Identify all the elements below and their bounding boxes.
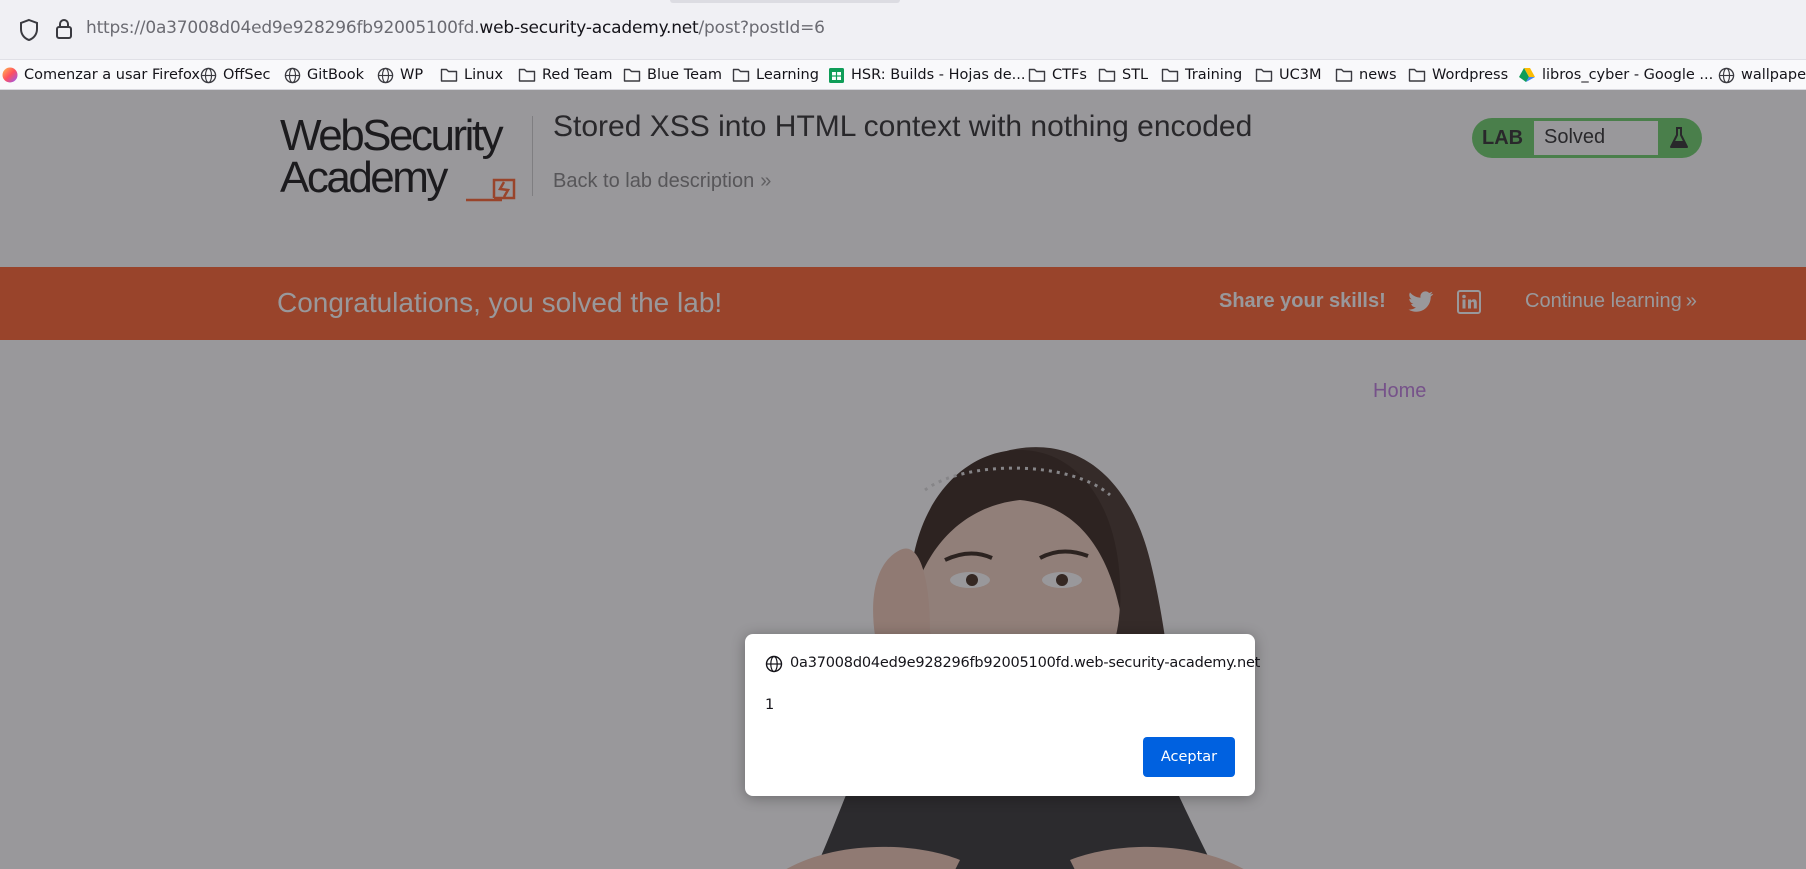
url-host: web-security-academy.net (479, 18, 699, 38)
bookmark-label: libros_cyber - Google ... (1542, 67, 1714, 83)
bookmark-label: wallpapers (1741, 67, 1806, 83)
url-prefix: https://0a37008d04ed9e928296fb92005100fd… (86, 18, 480, 38)
folder-icon (440, 68, 458, 82)
dialog-origin: 0a37008d04ed9e928296fb92005100fd.web-sec… (790, 655, 1261, 671)
bookmark-folder-red-team[interactable]: Red Team (518, 60, 613, 89)
bookmark-folder-wordpress[interactable]: Wordpress (1408, 60, 1509, 89)
bookmark-label: GitBook (307, 67, 365, 83)
drive-icon (1519, 68, 1535, 82)
dialog-message: 1 (765, 697, 775, 713)
bookmark-offsec[interactable]: OffSec (200, 60, 271, 89)
bookmark-label: Wordpress (1432, 67, 1509, 83)
sheets-icon (829, 67, 844, 83)
bookmark-folder-training[interactable]: Training (1161, 60, 1243, 89)
bookmark-label: Training (1185, 67, 1243, 83)
bookmark-label: UC3M (1279, 67, 1322, 83)
lock-icon[interactable] (54, 17, 74, 41)
globe-icon (765, 655, 783, 673)
bookmark-label: OffSec (223, 67, 271, 83)
bookmark-label: Learning (756, 67, 819, 83)
folder-icon (1161, 68, 1179, 82)
bookmark-wallpapers[interactable]: wallpapers (1718, 60, 1806, 89)
bookmark-gitbook[interactable]: GitBook (284, 60, 365, 89)
bookmark-folder-ctfs[interactable]: CTFs (1028, 60, 1087, 89)
bookmark-folder-news[interactable]: news (1335, 60, 1397, 89)
folder-icon (1408, 68, 1426, 82)
bookmark-label: Linux (464, 67, 504, 83)
bookmark-label: Comenzar a usar Firefox (24, 67, 200, 83)
bookmark-label: news (1359, 67, 1397, 83)
globe-icon (1718, 67, 1735, 83)
bookmark-label: Blue Team (647, 67, 723, 83)
bookmark-wp[interactable]: WP (377, 60, 424, 89)
globe-icon (200, 67, 217, 83)
bookmark-folder-stl[interactable]: STL (1098, 60, 1149, 89)
folder-icon (1098, 68, 1116, 82)
bookmark-folder-blue-team[interactable]: Blue Team (623, 60, 723, 89)
address-bar[interactable]: https://0a37008d04ed9e928296fb92005100fd… (86, 18, 825, 38)
tracking-protection-shield-icon[interactable] (18, 18, 40, 42)
bookmark-folder-uc3m[interactable]: UC3M (1255, 60, 1322, 89)
url-path: /post?postId=6 (698, 18, 825, 38)
accept-button[interactable]: Aceptar (1143, 737, 1235, 777)
bookmark-folder-learning[interactable]: Learning (732, 60, 819, 89)
bookmark-libros-cyber[interactable]: libros_cyber - Google ... (1518, 60, 1714, 89)
tab-strip-edge (670, 0, 900, 3)
globe-icon (377, 67, 394, 83)
folder-icon (623, 68, 641, 82)
folder-icon (1335, 68, 1353, 82)
alert-dialog: 0a37008d04ed9e928296fb92005100fd.web-sec… (745, 634, 1260, 796)
bookmark-label: WP (400, 67, 424, 83)
bookmark-folder-linux[interactable]: Linux (440, 60, 504, 89)
bookmark-hsr-builds[interactable]: HSR: Builds - Hojas de... (828, 60, 1026, 89)
folder-icon (518, 68, 536, 82)
globe-icon (284, 67, 301, 83)
bookmark-label: HSR: Builds - Hojas de... (851, 67, 1026, 83)
folder-icon (1028, 68, 1046, 82)
bookmark-comenzar[interactable]: Comenzar a usar Firefox (2, 60, 200, 89)
browser-toolbar: https://0a37008d04ed9e928296fb92005100fd… (0, 0, 1806, 60)
bookmark-label: STL (1122, 67, 1149, 83)
bookmarks-bar: Comenzar a usar Firefox OffSec GitBook W… (0, 60, 1806, 90)
folder-icon (1255, 68, 1273, 82)
bookmark-label: Red Team (542, 67, 613, 83)
firefox-icon (2, 67, 18, 83)
bookmark-label: CTFs (1052, 67, 1087, 83)
folder-icon (732, 68, 750, 82)
